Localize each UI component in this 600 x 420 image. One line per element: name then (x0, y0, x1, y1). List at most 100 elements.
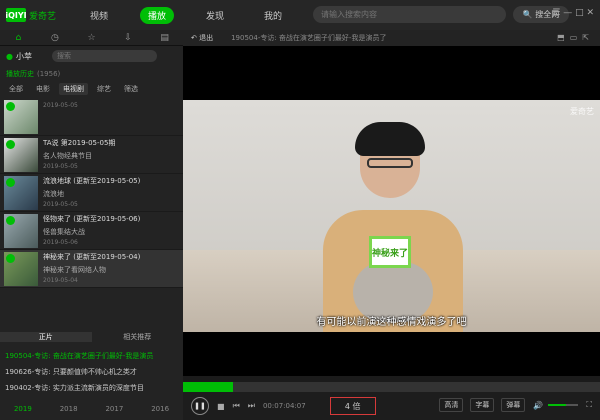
app-name: 爱奇艺 (29, 11, 57, 22)
item-desc: 名人物经典节目 (43, 152, 92, 160)
prev-icon[interactable]: ⏮ (233, 401, 240, 411)
item-desc: 神秘来了看网络人物 (43, 266, 106, 274)
player-header: ↶ 退出 190504-专访: 奋战在演艺圈子们最好-我是演员了 ⬒▭⇱ (183, 30, 600, 46)
item-desc: 怪兽集结大战 (43, 228, 85, 236)
show-card: 神秘来了 (369, 236, 411, 268)
play-badge-icon (6, 102, 15, 111)
year-tab[interactable]: 2016 (137, 405, 183, 413)
tab-mine[interactable]: 我的 (256, 7, 290, 24)
year-tab[interactable]: 2017 (92, 405, 138, 413)
video-player[interactable]: 神秘来了 爱奇艺 有可能以前演这种感情戏演多了吧 (183, 46, 600, 376)
subtitle-option[interactable]: 字幕 (470, 398, 495, 412)
play-badge-icon (6, 178, 15, 187)
speed-button[interactable]: 4 倍 (329, 397, 376, 415)
list-item[interactable]: TA说 第2019-05-05期 名人物经典节目 2019-05-05 (0, 136, 183, 174)
filter-all[interactable]: 全部 (5, 83, 27, 95)
star-icon[interactable]: ☆ (73, 30, 110, 46)
watermark: 爱奇艺 (570, 107, 594, 116)
download-icon[interactable]: ⇩ (110, 30, 147, 46)
tab-video[interactable]: 视频 (82, 7, 116, 24)
search-icon: 🔍 (522, 10, 536, 19)
volume-slider[interactable] (548, 404, 579, 406)
control-options: 高清 字幕 弹幕 🔊 ⛶ (432, 398, 592, 412)
back-button[interactable]: ↶ 退出 (191, 33, 213, 43)
thumbnail (4, 214, 38, 248)
quality-option[interactable]: 高清 (439, 398, 464, 412)
panel-search[interactable]: 搜索 (51, 50, 157, 62)
item-title: 怪物来了 (更新至2019-05-06) (43, 215, 141, 223)
play-badge-icon (6, 216, 15, 225)
player-header-icons[interactable]: ⬒▭⇱ (557, 33, 594, 42)
thumbnail (4, 176, 38, 210)
list-item-active[interactable]: 神秘来了 (更新至2019-05-04) 神秘来了看网络人物 2019-05-0… (0, 250, 183, 288)
year-tab[interactable]: 2019 (0, 405, 46, 413)
stop-icon[interactable]: ■ (217, 402, 225, 411)
video-frame: 神秘来了 爱奇艺 有可能以前演这种感情戏演多了吧 (183, 100, 600, 332)
thumbnail (4, 138, 38, 172)
search-input[interactable] (321, 10, 506, 19)
episode-item[interactable]: 190626-专访: 只要颜值帅不帅心机之类才 (0, 364, 183, 380)
item-date: 2019-05-05 (43, 201, 78, 208)
window-controls[interactable]: ☰ — □ ✕ (552, 8, 594, 18)
item-date: 2019-05-06 (43, 239, 78, 246)
item-date: 2019-05-05 (43, 102, 78, 109)
episode-item[interactable]: 190402-专访: 实力派主流新演员的深度节目 (0, 380, 183, 396)
item-title: 流浪地球 (更新至2019-05-05) (43, 177, 141, 185)
play-badge-icon (6, 140, 15, 149)
tab-play[interactable]: 播放 (140, 6, 175, 24)
year-tab[interactable]: 2018 (46, 405, 92, 413)
progress-bar[interactable] (183, 382, 600, 392)
album-row[interactable]: 播放历史 (1956) (0, 66, 183, 82)
filter-tv[interactable]: 电视剧 (59, 83, 88, 95)
top-bar: iQIYI 爱奇艺 视频 播放 发现 我的 🔍 搜全网 ☰ — □ ✕ (0, 0, 600, 30)
item-title: TA说 第2019-05-05期 (43, 139, 116, 147)
person-hair (355, 122, 425, 156)
app-logo[interactable]: iQIYI 爱奇艺 (5, 8, 62, 22)
episode-item[interactable]: 190504-专访: 奋战在演艺圈子们最好-我是演员 (0, 348, 183, 364)
play-badge-icon (6, 254, 15, 263)
user-row: ● 小苹 搜索 (0, 46, 183, 66)
tab-related[interactable]: 相关推荐 (92, 332, 184, 342)
next-icon[interactable]: ⏭ (248, 401, 255, 411)
history-list: 2019-05-05 TA说 第2019-05-05期 名人物经典节目 2019… (0, 98, 183, 288)
list-item[interactable]: 2019-05-05 (0, 98, 183, 136)
item-desc: 流浪地 (43, 190, 64, 198)
volume-fill (548, 404, 567, 406)
fullscreen-icon[interactable]: ⛶ (586, 400, 592, 410)
list-item[interactable]: 流浪地球 (更新至2019-05-05) 流浪地 2019-05-05 (0, 174, 183, 212)
user-icon: ● (6, 51, 13, 61)
tab-episodes[interactable]: 正片 (0, 332, 92, 342)
episode-tabs: 正片 相关推荐 (0, 330, 183, 344)
back-label: 退出 (199, 34, 214, 42)
logo-badge: iQIYI (5, 8, 27, 22)
filter-movie[interactable]: 电影 (32, 83, 54, 95)
list-item[interactable]: 怪物来了 (更新至2019-05-06) 怪兽集结大战 2019-05-06 (0, 212, 183, 250)
volume-icon[interactable]: 🔊 (533, 401, 543, 410)
album-name: 播放历史 (6, 70, 34, 78)
home-icon[interactable]: ⌂ (0, 30, 37, 46)
year-tabs: 2019 2018 2017 2016 (0, 402, 183, 416)
left-panel: ⌂ ◷ ☆ ⇩ ▤ ● 小苹 搜索 播放历史 (1956) 全部 电影 电视剧 … (0, 30, 183, 420)
danmaku-option[interactable]: 弹幕 (501, 398, 526, 412)
pause-button[interactable]: ❚❚ (191, 397, 209, 415)
glasses (367, 158, 413, 168)
progress-fill (183, 382, 234, 392)
subtitle-text: 有可能以前演这种感情戏演多了吧 (316, 317, 467, 328)
tab-discover[interactable]: 发现 (198, 7, 232, 24)
item-title: 神秘来了 (更新至2019-05-04) (43, 253, 141, 261)
clock-icon[interactable]: ◷ (37, 30, 74, 46)
filter-more[interactable]: 筛选 (120, 83, 142, 95)
time-display: 00:07:04:07 (262, 402, 306, 410)
search-box[interactable] (313, 6, 506, 23)
episode-list: 190504-专访: 奋战在演艺圈子们最好-我是演员 190626-专访: 只要… (0, 348, 183, 396)
item-date: 2019-05-05 (43, 163, 78, 170)
now-playing-title: 190504-专访: 奋战在演艺圈子们最好-我是演员了 (231, 34, 387, 42)
player-controls: ❚❚ ■ ⏮ ⏭ 00:07:04:07 4 倍 高清 字幕 弹幕 🔊 ⛶ (183, 392, 600, 420)
thumbnail (4, 252, 38, 286)
filter-variety[interactable]: 综艺 (93, 83, 115, 95)
thumbnail (4, 100, 38, 134)
filter-bar: 全部 电影 电视剧 综艺 筛选 (0, 82, 183, 96)
item-date: 2019-05-04 (43, 277, 78, 284)
user-name[interactable]: 小苹 (16, 51, 32, 62)
settings-icon[interactable]: ▤ (146, 30, 183, 46)
